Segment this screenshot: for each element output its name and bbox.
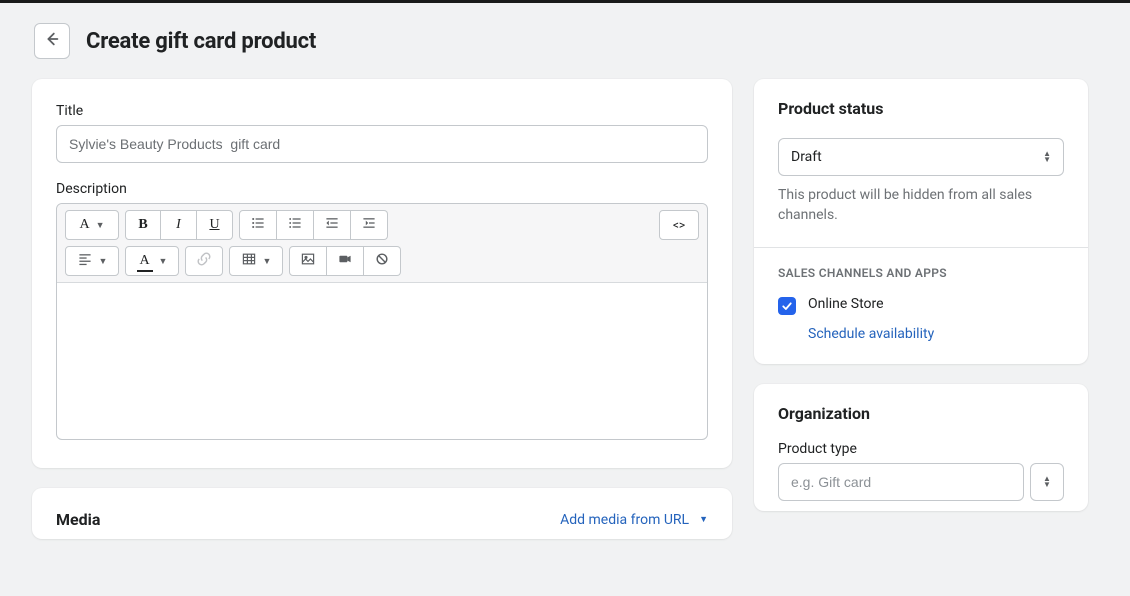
description-editor: A▼ B I U <box>56 203 708 440</box>
product-status-card: Product status Draft ▲▼ This product wil… <box>754 79 1088 364</box>
text-color-dropdown[interactable]: A ▼ <box>125 246 179 276</box>
font-family-dropdown[interactable]: A▼ <box>65 210 119 240</box>
title-description-card: Title Description A▼ B I <box>32 79 732 468</box>
align-dropdown[interactable]: ▼ <box>65 246 119 276</box>
organization-card: Organization Product type ▲▼ <box>754 384 1088 511</box>
indent-button[interactable] <box>351 210 388 240</box>
online-store-label: Online Store <box>808 296 934 312</box>
page-title: Create gift card product <box>86 29 316 54</box>
bold-button[interactable]: B <box>125 210 161 240</box>
image-button[interactable] <box>289 246 327 276</box>
organization-title: Organization <box>778 404 1064 423</box>
title-input[interactable] <box>56 125 708 163</box>
outdent-icon <box>324 215 340 235</box>
bullet-list-button[interactable] <box>239 210 277 240</box>
online-store-checkbox[interactable] <box>778 297 796 315</box>
outdent-button[interactable] <box>314 210 351 240</box>
product-type-input[interactable] <box>778 463 1024 501</box>
clear-format-icon <box>374 251 390 271</box>
back-button[interactable] <box>34 23 70 59</box>
page-header: Create gift card product <box>34 23 1098 59</box>
image-icon <box>300 251 316 271</box>
sales-channels-heading: SALES CHANNELS AND APPS <box>778 266 1064 280</box>
schedule-availability-link[interactable]: Schedule availability <box>808 326 934 342</box>
select-updown-icon: ▲▼ <box>1043 476 1051 488</box>
html-view-button[interactable]: <> <box>659 210 699 240</box>
checkmark-icon <box>781 297 793 316</box>
number-list-button[interactable] <box>277 210 314 240</box>
status-select-value: Draft <box>791 149 822 165</box>
product-status-title: Product status <box>778 99 1064 118</box>
text-color-icon: A <box>137 253 153 269</box>
caret-down-icon: ▼ <box>699 514 708 525</box>
underline-button[interactable]: U <box>197 210 233 240</box>
status-helper-text: This product will be hidden from all sal… <box>778 186 1064 225</box>
select-updown-icon: ▲▼ <box>1043 151 1051 163</box>
table-icon <box>241 251 257 271</box>
media-section-title: Media <box>56 510 100 529</box>
link-icon <box>196 251 212 271</box>
align-left-icon <box>77 251 93 271</box>
add-media-url-link[interactable]: Add media from URL ▼ <box>560 512 708 528</box>
status-select[interactable]: Draft ▲▼ <box>778 138 1064 176</box>
indent-icon <box>361 215 377 235</box>
media-card: Media Add media from URL ▼ <box>32 488 732 539</box>
italic-button[interactable]: I <box>161 210 197 240</box>
editor-toolbar: A▼ B I U <box>57 204 707 283</box>
number-list-icon <box>287 215 303 235</box>
add-media-url-label: Add media from URL <box>560 512 689 528</box>
arrow-left-icon <box>43 30 61 53</box>
description-textarea[interactable] <box>57 283 707 439</box>
clear-formatting-button[interactable] <box>364 246 401 276</box>
description-field-label: Description <box>56 181 708 197</box>
table-dropdown[interactable]: ▼ <box>229 246 283 276</box>
product-type-stepper[interactable]: ▲▼ <box>1030 463 1064 501</box>
code-icon: <> <box>673 218 685 232</box>
bullet-list-icon <box>250 215 266 235</box>
title-field-label: Title <box>56 103 708 119</box>
link-button[interactable] <box>185 246 223 276</box>
video-icon <box>337 251 353 271</box>
video-button[interactable] <box>327 246 364 276</box>
product-type-label: Product type <box>778 441 1064 457</box>
